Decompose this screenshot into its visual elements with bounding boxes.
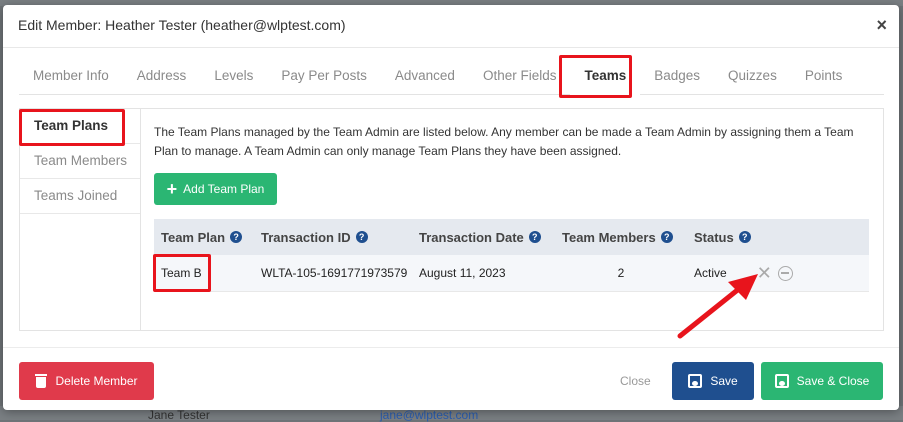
plus-icon: + [166, 179, 178, 199]
side-item-team-members[interactable]: Team Members [20, 144, 140, 179]
side-item-team-plans[interactable]: Team Plans [20, 109, 140, 144]
tab-points[interactable]: Points [791, 58, 857, 94]
tab-address[interactable]: Address [123, 58, 201, 94]
cell-transaction-date: August 11, 2023 [419, 266, 506, 280]
header-label: Status [694, 229, 734, 245]
help-icon[interactable]: ? [355, 231, 368, 243]
save-close-label: Save & Close [796, 374, 870, 388]
help-icon[interactable]: ? [660, 231, 673, 243]
side-item-teams-joined[interactable]: Teams Joined [20, 179, 140, 214]
annotation-arrow [677, 274, 758, 339]
tab-member-info[interactable]: Member Info [19, 58, 123, 94]
tab-advanced[interactable]: Advanced [381, 58, 469, 94]
header-status: Status ? [687, 230, 869, 245]
header-label: Team Plan [161, 229, 226, 245]
tab-other-fields[interactable]: Other Fields [469, 58, 571, 94]
header-label: Team Members [562, 229, 656, 245]
header-label: Transaction ID [261, 229, 351, 245]
header-team-members: Team Members ? [555, 230, 687, 245]
help-icon[interactable]: ? [738, 231, 751, 243]
close-icon[interactable]: × [876, 15, 887, 36]
tab-quizzes[interactable]: Quizzes [714, 58, 791, 94]
member-tabs: Member Info Address Levels Pay Per Posts… [19, 58, 884, 95]
table-header: Team Plan ? Transaction ID ? Transaction… [154, 219, 869, 255]
delete-member-label: Delete Member [55, 374, 138, 388]
add-team-plan-button[interactable]: + Add Team Plan [154, 173, 277, 205]
trash-icon [35, 374, 48, 388]
teams-side-nav: Team Plans Team Members Teams Joined [20, 109, 141, 330]
save-icon [774, 374, 789, 388]
modal-title: Edit Member: Heather Tester (heather@wlp… [18, 17, 346, 33]
cell-team-members: 2 [617, 266, 625, 280]
header-team-plan: Team Plan ? [154, 230, 254, 245]
team-plans-content: The Team Plans managed by the Team Admin… [154, 123, 870, 292]
cell-transaction-id: WLTA-105-1691771973579 [261, 266, 408, 280]
delete-member-button[interactable]: Delete Member [19, 362, 154, 400]
save-and-close-button[interactable]: Save & Close [761, 362, 883, 400]
tab-badges[interactable]: Badges [640, 58, 714, 94]
modal-footer: Delete Member Close Save Save & Close [3, 347, 899, 411]
close-link[interactable]: Close [620, 374, 651, 388]
cancel-circle-icon[interactable] [777, 265, 793, 281]
save-label: Save [710, 374, 738, 388]
header-label: Transaction Date [419, 229, 524, 245]
tab-levels[interactable]: Levels [200, 58, 267, 94]
save-button[interactable]: Save [672, 362, 754, 400]
save-icon [688, 374, 703, 388]
tab-pay-per-posts[interactable]: Pay Per Posts [267, 58, 381, 94]
help-icon[interactable]: ? [528, 231, 541, 243]
header-transaction-date: Transaction Date ? [412, 230, 555, 245]
add-team-plan-label: Add Team Plan [183, 182, 265, 196]
team-plans-description: The Team Plans managed by the Team Admin… [154, 125, 854, 158]
tab-teams[interactable]: Teams [570, 58, 641, 95]
edit-member-modal: Edit Member: Heather Tester (heather@wlp… [3, 5, 899, 410]
modal-header: Edit Member: Heather Tester (heather@wlp… [3, 5, 899, 48]
cell-team-plan: Team B [161, 266, 202, 280]
help-icon[interactable]: ? [230, 231, 243, 243]
header-transaction-id: Transaction ID ? [254, 230, 412, 245]
